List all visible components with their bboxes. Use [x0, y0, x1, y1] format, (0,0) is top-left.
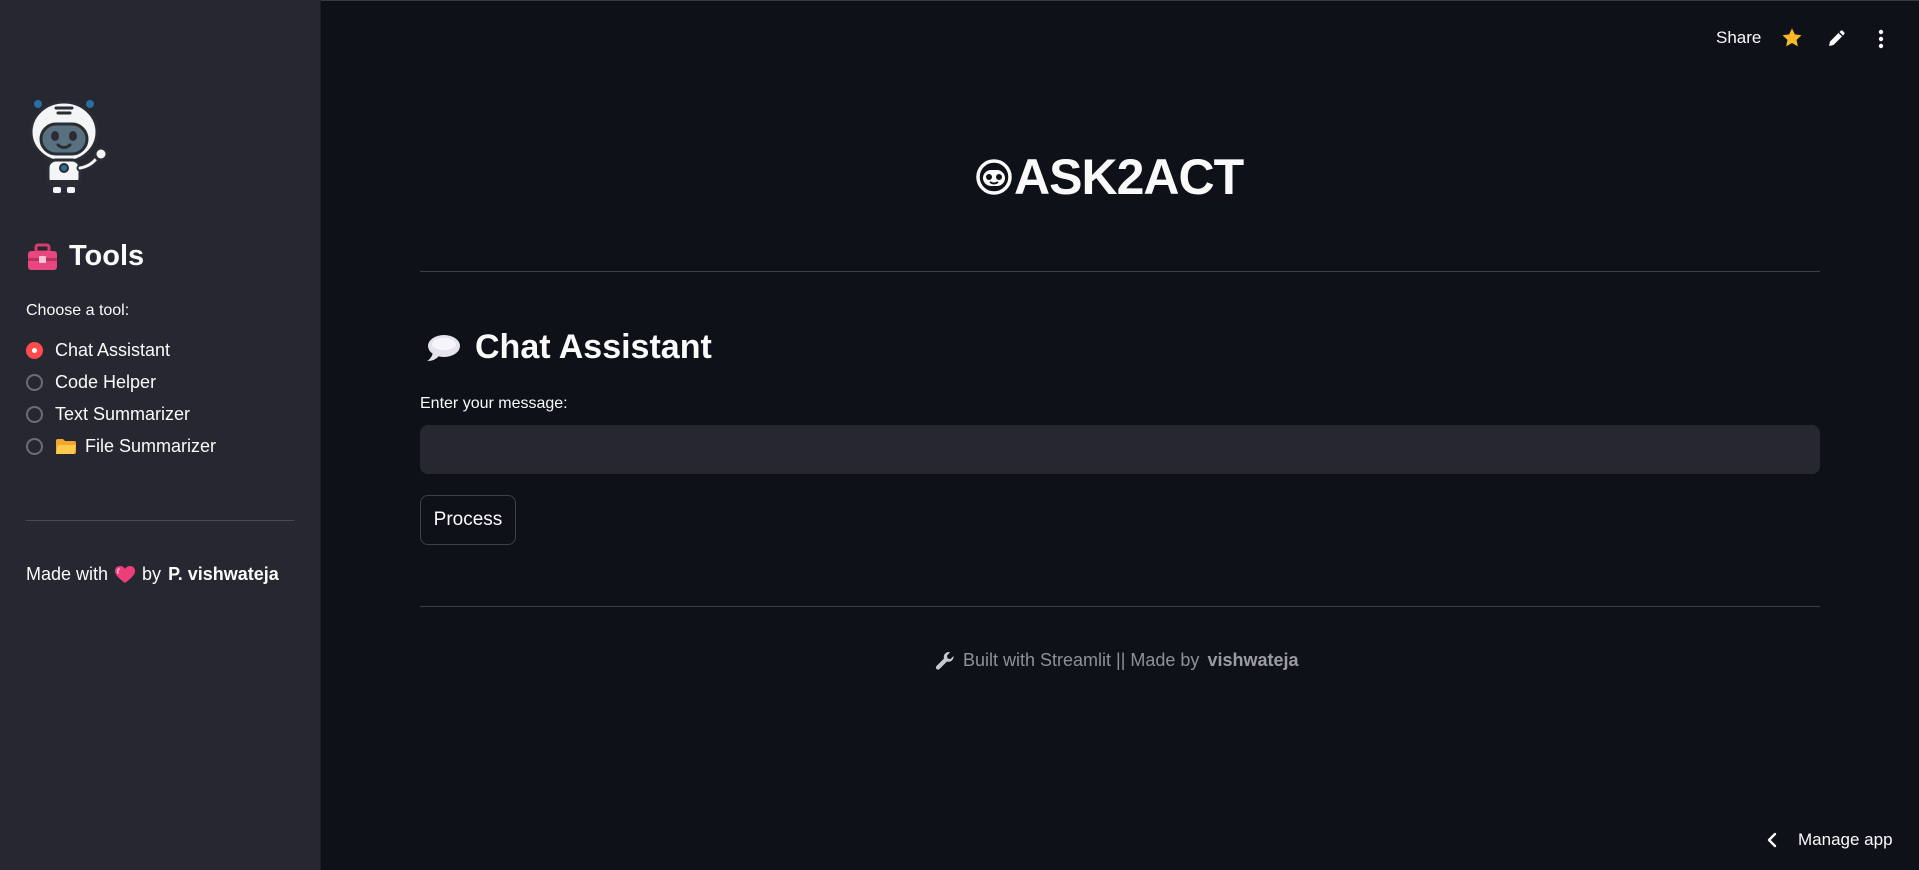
radio-option-label: Code Helper — [55, 371, 157, 392]
radio-option-chat-assistant[interactable]: Chat Assistant — [26, 334, 216, 366]
section-title-text: Chat Assistant — [475, 328, 712, 366]
more-vertical-icon[interactable] — [1872, 28, 1890, 50]
radio-button[interactable] — [26, 405, 43, 423]
manage-app-button[interactable]: Manage app — [1766, 830, 1893, 850]
app-title: ASK2ACT — [976, 148, 1244, 206]
radio-button[interactable] — [26, 373, 43, 391]
radio-option-text: File Summarizer — [85, 435, 217, 456]
share-button[interactable]: Share — [1716, 28, 1761, 48]
process-button[interactable]: Process — [420, 495, 516, 545]
sidebar: Tools Choose a tool: Chat Assistant Code… — [0, 0, 321, 870]
sidebar-title-text: Tools — [69, 240, 145, 272]
tool-radio-label: Choose a tool: — [26, 302, 130, 319]
app-title-text: ASK2ACT — [1014, 149, 1244, 205]
robot-face-icon — [976, 159, 1012, 195]
credit-author: P. vishwateja — [168, 564, 279, 584]
radio-option-label: Chat Assistant — [55, 339, 171, 360]
footer-text: Built with Streamlit || Made by — [963, 650, 1200, 670]
credit-by: by — [142, 564, 162, 584]
radio-option-label: Text Summarizer — [55, 403, 191, 424]
chevron-left-icon — [1767, 832, 1777, 848]
manage-app-label: Manage app — [1798, 830, 1893, 849]
footer-author: vishwateja — [1207, 650, 1299, 670]
divider — [420, 271, 1820, 272]
tool-radio-group: Chat Assistant Code Helper Text Summariz… — [26, 334, 216, 462]
radio-button[interactable] — [26, 437, 43, 455]
folder-icon — [56, 439, 76, 454]
divider — [420, 606, 1820, 607]
credit-prefix: Made with — [26, 564, 109, 584]
radio-button-selected[interactable] — [26, 341, 43, 359]
heart-icon — [115, 565, 136, 583]
message-input-label: Enter your message: — [420, 395, 568, 412]
footer: Built with Streamlit || Made by vishwate… — [935, 650, 1298, 671]
message-input[interactable] — [420, 425, 1820, 474]
speech-bubble-icon — [427, 334, 460, 361]
robot-mascot-logo — [29, 100, 109, 195]
radio-option-file-summarizer[interactable]: File Summarizer — [26, 430, 216, 462]
radio-option-label-wrap: File Summarizer — [55, 436, 216, 457]
radio-option-code-helper[interactable]: Code Helper — [26, 366, 216, 398]
sidebar-divider — [26, 520, 294, 521]
wrench-icon — [935, 651, 954, 670]
section-title: Chat Assistant — [425, 328, 712, 367]
edit-icon[interactable] — [1828, 29, 1846, 47]
sidebar-title: Tools — [26, 240, 144, 273]
star-icon[interactable] — [1781, 27, 1803, 49]
radio-option-text-summarizer[interactable]: Text Summarizer — [26, 398, 216, 430]
toolbox-icon — [28, 243, 57, 270]
sidebar-credit: Made with by P. vishwateja — [26, 564, 279, 585]
